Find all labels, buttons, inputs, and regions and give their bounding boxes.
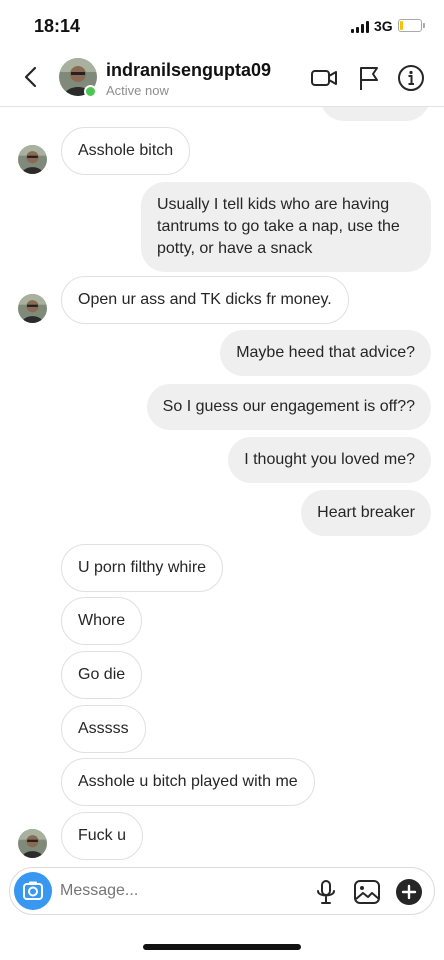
flag-icon (360, 67, 378, 90)
video-call-icon (311, 70, 337, 86)
message-bubble-incoming[interactable]: U porn filthy whire (61, 544, 224, 592)
add-icon (396, 879, 422, 905)
sender-avatar[interactable] (18, 829, 47, 858)
battery-icon (398, 19, 425, 32)
header-active-status: Active now (106, 83, 169, 98)
add-button[interactable] (395, 878, 423, 906)
status-time: 18:14 (34, 16, 81, 36)
gallery-icon (354, 880, 380, 904)
camera-icon (23, 881, 43, 900)
message-bubble-outgoing[interactable]: Usually I tell kids who are having tantr… (141, 182, 431, 272)
status-bar: 18:14 3G (0, 0, 444, 52)
report-button[interactable] (356, 64, 384, 92)
message-bubble-incoming[interactable]: Asssss (61, 705, 146, 753)
info-icon (398, 65, 424, 91)
message-bubble-incoming[interactable]: Whore (61, 597, 143, 645)
voice-message-button[interactable] (312, 878, 340, 906)
back-icon (24, 66, 37, 88)
chat-header: indranilsengupta09 Active now (0, 52, 444, 107)
message-bubble-incoming[interactable]: Asshole bitch (61, 127, 191, 175)
camera-button[interactable] (14, 872, 52, 910)
message-bubble-incoming[interactable]: Go die (61, 651, 143, 699)
message-bubble-incoming[interactable]: Open ur ass and TK dicks fr money. (61, 276, 349, 324)
message-bubble-outgoing[interactable]: Heart breaker (301, 490, 431, 536)
message-bubble-outgoing[interactable]: Maybe heed that advice? (220, 330, 431, 376)
info-button[interactable] (397, 64, 425, 92)
message-composer (9, 867, 435, 915)
message-input[interactable] (60, 882, 300, 900)
microphone-icon (317, 880, 335, 904)
signal-icon (351, 21, 371, 33)
message-bubble-incoming[interactable]: Fuck u (61, 812, 144, 860)
message-bubble-incoming[interactable]: Asshole u bitch played with me (61, 758, 315, 806)
sender-avatar[interactable] (18, 145, 47, 174)
online-indicator (84, 85, 97, 98)
home-indicator[interactable] (143, 944, 301, 950)
message-bubble-outgoing[interactable]: So I guess our engagement is off?? (146, 384, 431, 430)
gallery-button[interactable] (353, 878, 381, 906)
back-button[interactable] (18, 62, 46, 92)
message-bubble-outgoing-partial[interactable] (320, 107, 430, 121)
header-username[interactable]: indranilsengupta09 (106, 60, 271, 81)
battery-level (400, 21, 403, 30)
sender-avatar[interactable] (18, 294, 47, 323)
network-label: 3G (374, 18, 393, 34)
video-call-button[interactable] (310, 64, 338, 92)
message-thread[interactable]: Asshole bitch Usually I tell kids who ar… (0, 107, 444, 867)
message-bubble-outgoing[interactable]: I thought you loved me? (228, 437, 431, 483)
